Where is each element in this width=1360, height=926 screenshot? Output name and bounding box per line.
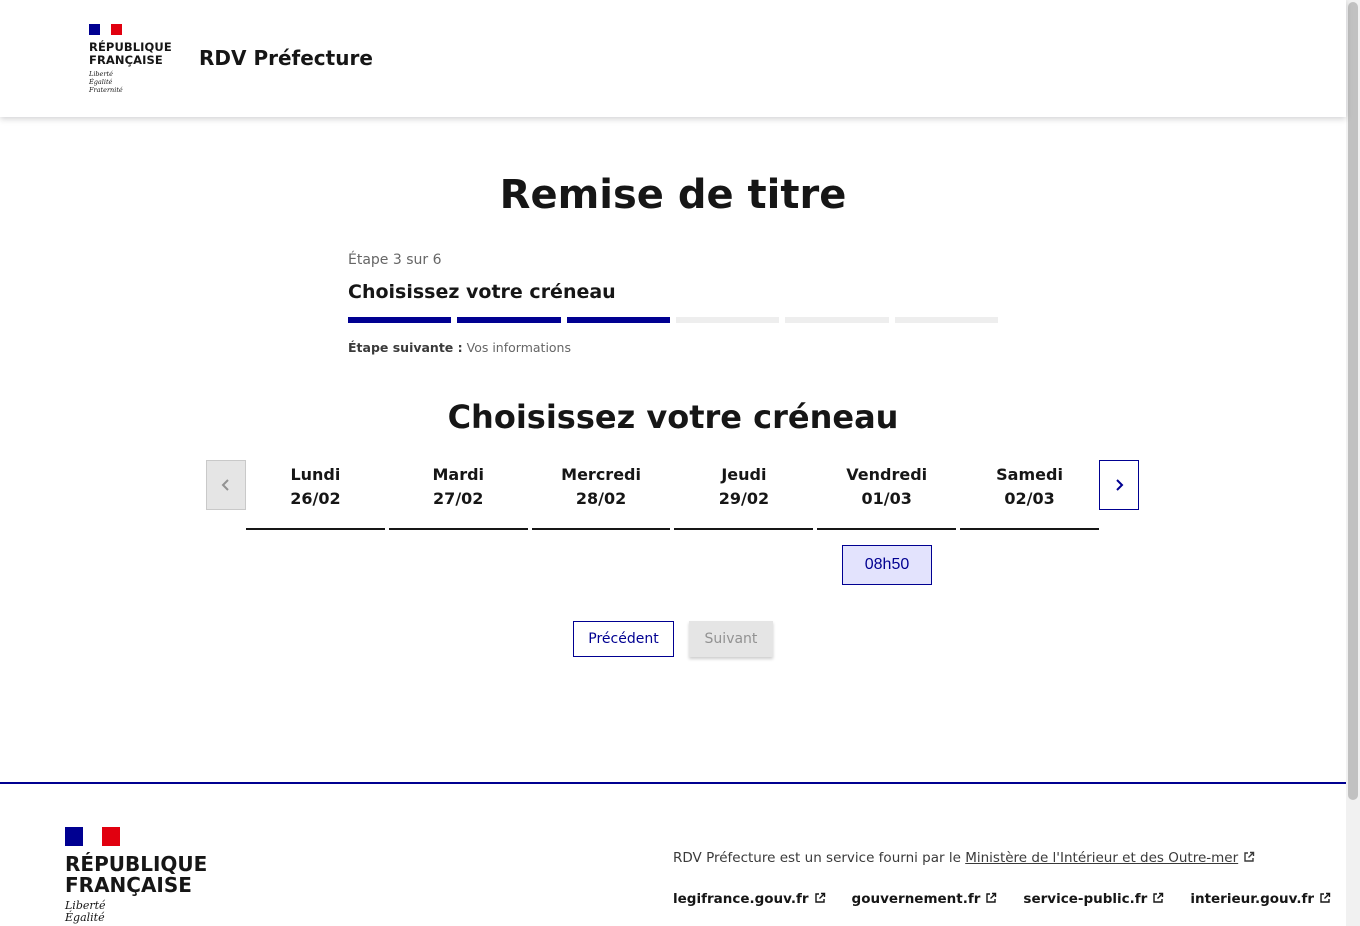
calendar-prev-button[interactable] [206, 460, 246, 510]
day-name: Jeudi [721, 465, 767, 484]
footer-link[interactable]: service-public.fr [1023, 891, 1164, 907]
french-flag-icon [65, 827, 120, 846]
page-title: Remise de titre [499, 172, 847, 218]
calendar-day-column: Vendredi 01/03 [817, 460, 957, 530]
footer-links: legifrance.gouv.fr gouvernement.fr service… [673, 891, 1331, 907]
day-date: 29/02 [718, 489, 770, 508]
chevron-right-icon [1116, 479, 1124, 491]
day-name: Vendredi [846, 465, 928, 484]
footer-link[interactable]: legifrance.gouv.fr [673, 891, 826, 907]
previous-button[interactable]: Précédent [573, 621, 674, 657]
stepper-title: Choisissez votre créneau [348, 281, 616, 303]
day-date: 02/03 [1004, 489, 1055, 508]
calendar-day-column: Lundi 26/02 [246, 460, 385, 530]
stepper-state: Étape 3 sur 6 [348, 252, 442, 268]
ministry-link[interactable]: Ministère de l'Intérieur et des Outre-me… [965, 850, 1255, 866]
external-link-icon [1153, 892, 1164, 903]
calendar-day-column: Mercredi 28/02 [531, 460, 671, 530]
calendar-day-column: Jeudi 29/02 [674, 460, 814, 530]
stepper-progress-bar [348, 317, 998, 323]
day-date: 01/03 [861, 489, 912, 508]
section-title: Choisissez votre créneau [447, 398, 899, 436]
scrollbar-thumb[interactable] [1348, 2, 1358, 800]
logo-motto: Liberté Égalité Fraternité [89, 70, 123, 94]
french-flag-icon [89, 24, 122, 35]
day-name: Lundi [290, 465, 341, 484]
next-button[interactable]: Suivant [689, 621, 773, 657]
stepper-segment [675, 317, 780, 323]
stepper-segment [785, 317, 889, 323]
calendar-day-column: Mardi 27/02 [388, 460, 528, 530]
time-slot-button[interactable]: 08h50 [842, 545, 932, 585]
footer-logo-text: RÉPUBLIQUE FRANÇAISE [65, 852, 208, 897]
footer-logo-motto: Liberté Égalité [65, 899, 106, 924]
site-footer: RÉPUBLIQUE FRANÇAISE Liberté Égalité RDV… [0, 782, 1346, 926]
footer-link[interactable]: interieur.gouv.fr [1190, 891, 1331, 907]
site-header: RÉPUBLIQUE FRANÇAISE Liberté Égalité Fra… [0, 0, 1346, 117]
day-date: 27/02 [433, 489, 484, 508]
stepper-segment [894, 317, 998, 323]
stepper-segment [457, 317, 561, 323]
stepper-segment [566, 317, 670, 323]
page-scrollbar[interactable] [1346, 0, 1360, 926]
day-date: 26/02 [290, 489, 341, 508]
republique-francaise-logo[interactable]: RÉPUBLIQUE FRANÇAISE Liberté Égalité Fra… [89, 24, 179, 94]
calendar-days: Lundi 26/02 Mardi 27/02 Mercredi 28/02 Jeudi 29… [246, 460, 1099, 530]
calendar-day-column: Samedi 02/03 [960, 460, 1099, 530]
site-name[interactable]: RDV Préfecture [199, 46, 373, 70]
external-link-icon [1244, 851, 1255, 862]
day-date: 28/02 [575, 489, 627, 508]
footer-description: RDV Préfecture est un service fourni par… [673, 850, 1255, 866]
day-name: Samedi [996, 465, 1063, 484]
stepper: Étape 3 sur 6 Choisissez votre créneau É… [348, 252, 998, 355]
stepper-next-step: Étape suivante : Vos informations [348, 340, 571, 355]
footer-link[interactable]: gouvernement.fr [852, 891, 998, 907]
calendar-next-button[interactable] [1099, 460, 1139, 510]
chevron-left-icon [221, 479, 229, 491]
day-name: Mercredi [561, 465, 641, 484]
external-link-icon [814, 892, 825, 903]
day-name: Mardi [432, 465, 485, 484]
footer-logo[interactable]: RÉPUBLIQUE FRANÇAISE Liberté Égalité [65, 827, 208, 924]
logo-text: RÉPUBLIQUE FRANÇAISE [89, 40, 172, 67]
external-link-icon [1320, 892, 1331, 903]
external-link-icon [986, 892, 997, 903]
stepper-segment [348, 317, 452, 323]
